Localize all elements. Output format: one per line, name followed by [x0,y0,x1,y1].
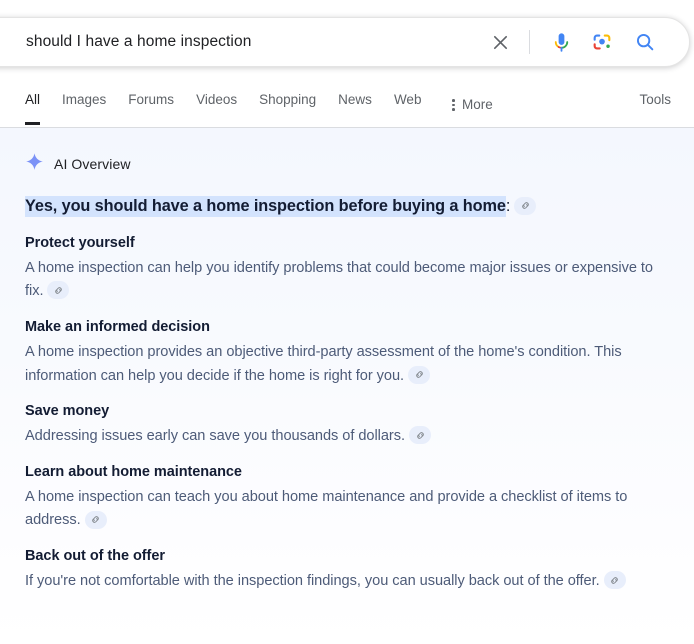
tools-label: Tools [639,92,671,107]
section-body: A home inspection provides an objective … [25,341,657,388]
link-icon[interactable] [408,365,431,384]
section-text: A home inspection can help you identify … [25,259,653,300]
ai-section: Back out of the offer If you're not comf… [25,548,669,594]
sparkle-icon [25,152,44,176]
more-label: More [462,97,493,112]
section-text: If you're not comfortable with the inspe… [25,573,600,590]
ai-overview-panel: AI Overview Yes, you should have a home … [0,128,694,644]
search-bar-region [0,0,694,85]
nav-tab-list: All Images Forums Videos Shopping News W… [21,85,504,125]
more-menu-button[interactable]: More [432,85,503,125]
tab-news[interactable]: News [327,85,383,125]
tab-shopping[interactable]: Shopping [248,85,327,125]
link-icon[interactable] [603,571,626,590]
section-text: A home inspection provides an objective … [25,343,622,384]
tab-label: Images [62,92,107,107]
tab-web[interactable]: Web [383,85,433,125]
section-body: A home inspection can teach you about ho… [25,486,657,533]
section-title: Protect yourself [25,234,135,251]
tab-all[interactable]: All [21,85,51,125]
tab-forums[interactable]: Forums [117,85,185,125]
tab-label: News [338,92,372,107]
ai-answer-colon: : [505,197,511,215]
link-icon[interactable] [84,510,107,529]
ai-overview-answer: Yes, you should have a home inspection b… [25,195,669,218]
tab-videos[interactable]: Videos [185,85,248,125]
section-title: Make an informed decision [25,318,210,335]
microphone-icon[interactable] [544,25,578,59]
tab-label: Forums [128,92,175,107]
ai-section: Make an informed decision A home inspect… [25,319,669,388]
section-title: Back out of the offer [25,548,165,565]
search-input[interactable] [0,33,483,51]
ai-answer-highlight: Yes, you should have a home inspection b… [25,196,506,217]
tab-label: Shopping [259,92,317,107]
nav-right-actions: Tools [637,85,673,125]
section-text: Addressing issues early can save you tho… [25,428,405,445]
three-dots-vertical-icon [452,98,456,112]
section-text: A home inspection can teach you about ho… [25,488,628,529]
ai-section: Learn about home maintenance A home insp… [25,464,669,533]
section-body: A home inspection can help you identify … [25,257,657,304]
ai-overview-label: AI Overview [54,156,131,172]
section-body: Addressing issues early can save you tho… [25,425,657,449]
ai-section: Save money Addressing issues early can s… [25,403,669,449]
search-action-icons [483,25,689,59]
search-box[interactable] [0,17,690,67]
ai-section: Protect yourself A home inspection can h… [25,235,669,304]
section-title: Save money [25,403,110,420]
close-icon[interactable] [483,25,517,59]
tab-label: All [25,92,41,107]
search-divider [529,30,530,54]
google-search-results-page: All Images Forums Videos Shopping News W… [0,0,694,644]
search-icon[interactable] [628,25,662,59]
tab-label: Web [393,92,422,107]
tools-button[interactable]: Tools [637,85,673,125]
section-title: Learn about home maintenance [25,463,242,480]
link-icon[interactable] [514,196,537,215]
link-icon[interactable] [409,426,431,445]
tab-label: Videos [196,92,238,107]
tab-images[interactable]: Images [51,85,117,125]
section-body: If you're not comfortable with the inspe… [25,570,657,594]
link-icon[interactable] [47,281,70,300]
search-nav-tabs: All Images Forums Videos Shopping News W… [0,85,694,128]
google-lens-icon[interactable] [585,25,619,59]
ai-overview-header: AI Overview [25,152,669,176]
